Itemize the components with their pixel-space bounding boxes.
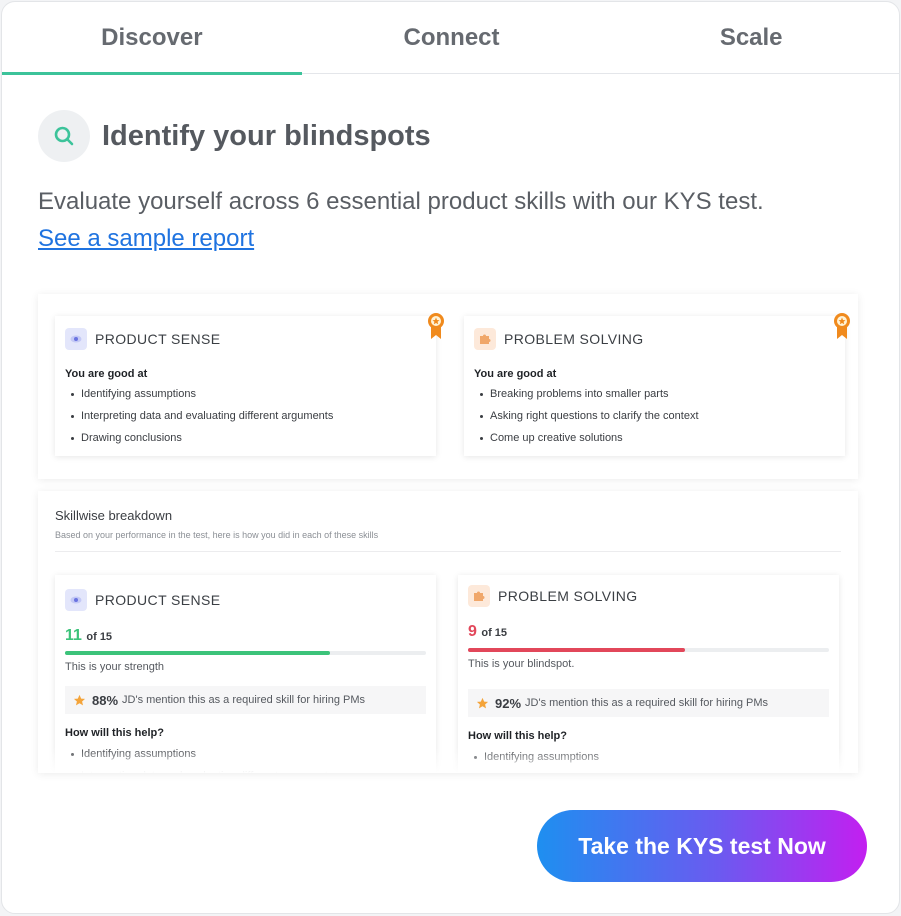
breakdown-title: Skillwise breakdown bbox=[55, 508, 173, 523]
strength-list: Identifying assumptions Interpreting dat… bbox=[70, 383, 333, 449]
help-label: How will this help? bbox=[468, 730, 567, 742]
score-total: of 15 bbox=[481, 627, 508, 639]
score-value: 11 bbox=[65, 627, 82, 644]
tab-scale[interactable]: Scale bbox=[601, 2, 899, 74]
list-item: Come up creative solutions bbox=[480, 427, 699, 449]
help-list: Identifying assumptions bbox=[474, 746, 599, 768]
stat-value: 92% bbox=[495, 695, 522, 711]
stat-box: 92% JD's mention this as a required skil… bbox=[468, 689, 829, 717]
eye-icon bbox=[65, 328, 87, 350]
score-bar-fill bbox=[65, 651, 330, 655]
medal-icon bbox=[428, 313, 444, 339]
strength-card-product-sense: PRODUCT SENSE You are good at Identifyin… bbox=[55, 316, 436, 456]
strength-card-problem-solving: PROBLEM SOLVING You are good at Breaking… bbox=[464, 316, 845, 456]
stat-box: 88% JD's mention this as a required skil… bbox=[65, 686, 426, 714]
divider bbox=[55, 551, 841, 552]
section-heading: Identify your blindspots bbox=[38, 109, 431, 163]
score-total: of 15 bbox=[86, 631, 113, 643]
breakdown-subtitle: Based on your performance in the test, h… bbox=[55, 530, 379, 540]
score-note: This is your blindspot. bbox=[468, 658, 575, 670]
breakdown-card-product-sense: PRODUCT SENSE 11 of 15 This is your stre… bbox=[55, 575, 436, 773]
help-list: Identifying assumptions Interpreting dat… bbox=[70, 743, 333, 773]
skills-panel: Discover Connect Scale Identify your bli… bbox=[1, 1, 900, 914]
stat-value: 88% bbox=[92, 692, 119, 708]
skill-title: PROBLEM SOLVING bbox=[504, 331, 644, 347]
list-item: Identifying assumptions bbox=[474, 746, 599, 768]
star-icon bbox=[73, 694, 86, 705]
good-at-label: You are good at bbox=[474, 368, 557, 380]
page-title: Identify your blindspots bbox=[102, 119, 431, 152]
tab-discover[interactable]: Discover bbox=[2, 2, 302, 75]
strength-list: Breaking problems into smaller parts Ask… bbox=[480, 383, 699, 449]
report-preview-breakdown: Skillwise breakdown Based on your perfor… bbox=[38, 491, 858, 773]
score-bar-fill bbox=[468, 648, 685, 652]
skill-title: PRODUCT SENSE bbox=[95, 331, 221, 347]
tab-bar: Discover Connect Scale bbox=[2, 2, 899, 75]
help-label: How will this help? bbox=[65, 727, 164, 739]
score-note: This is your strength bbox=[65, 661, 165, 673]
skill-title: PROBLEM SOLVING bbox=[498, 588, 638, 604]
score: 11 of 15 bbox=[65, 627, 112, 645]
score-bar bbox=[468, 648, 829, 652]
report-preview-strengths: PRODUCT SENSE You are good at Identifyin… bbox=[38, 294, 858, 479]
puzzle-icon bbox=[468, 585, 490, 607]
description: Evaluate yourself across 6 essential pro… bbox=[38, 188, 764, 215]
stat-text: JD's mention this as a required skill fo… bbox=[525, 697, 768, 709]
take-test-button[interactable]: Take the KYS test Now bbox=[537, 810, 867, 882]
good-at-label: You are good at bbox=[65, 368, 148, 380]
score-bar bbox=[65, 651, 426, 655]
stat-text: JD's mention this as a required skill fo… bbox=[122, 694, 365, 706]
list-item: Drawing conclusions bbox=[70, 427, 333, 449]
search-icon bbox=[38, 110, 90, 162]
sample-report-link[interactable]: See a sample report bbox=[38, 225, 254, 253]
score-value: 9 bbox=[468, 623, 477, 640]
list-item: Breaking problems into smaller parts bbox=[480, 383, 699, 405]
score: 9 of 15 bbox=[468, 623, 507, 641]
skill-title: PRODUCT SENSE bbox=[95, 592, 221, 608]
list-item: Interpreting data and evaluating differe… bbox=[70, 405, 333, 427]
eye-icon bbox=[65, 589, 87, 611]
list-item: Identifying assumptions bbox=[70, 743, 333, 765]
medal-icon bbox=[834, 313, 850, 339]
list-item: Asking right questions to clarify the co… bbox=[480, 405, 699, 427]
puzzle-icon bbox=[474, 328, 496, 350]
star-icon bbox=[476, 697, 489, 708]
breakdown-card-problem-solving: PROBLEM SOLVING 9 of 15 This is your bli… bbox=[458, 575, 839, 773]
list-item: Interpreting data and evaluating differe… bbox=[81, 765, 333, 773]
tab-connect[interactable]: Connect bbox=[302, 2, 602, 74]
list-item: Identifying assumptions bbox=[70, 383, 333, 405]
